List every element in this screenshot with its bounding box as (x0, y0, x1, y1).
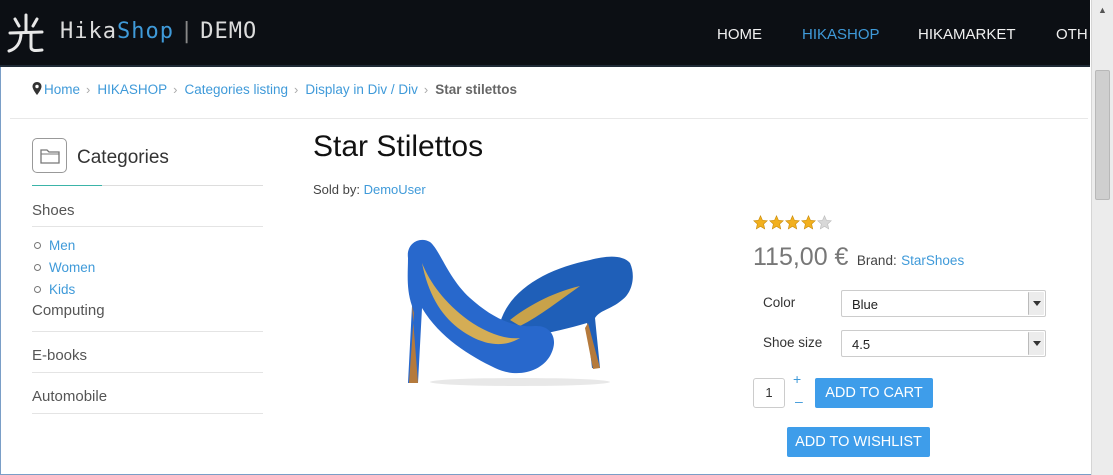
chevron-right-icon: › (173, 82, 178, 97)
categories-header-accent (32, 185, 102, 186)
folder-icon (40, 149, 60, 164)
quantity-input[interactable]: 1 (753, 378, 785, 408)
color-select-value: Blue (852, 297, 879, 312)
categories-sidebar: Categories Shoes Men Women Kids Computin… (32, 138, 263, 414)
breadcrumb-current: Star stilettos (435, 82, 518, 97)
shoe-product-image[interactable] (400, 228, 640, 388)
nav-hikashop[interactable]: HIKASHOP (802, 26, 880, 43)
subcategory-list: Men Women Kids (32, 227, 263, 304)
category-automobile[interactable]: Automobile (32, 373, 263, 414)
price-row: 115,00 € Brand: StarShoes (753, 243, 964, 272)
subcategory-label: Kids (49, 282, 76, 297)
map-pin-icon (32, 82, 42, 95)
quantity-increase-button[interactable]: + (793, 371, 801, 387)
vertical-scrollbar[interactable]: ▲ (1091, 0, 1113, 475)
product-rating (753, 215, 833, 231)
nav-other[interactable]: OTH (1056, 26, 1088, 43)
folder-icon-box (32, 138, 67, 173)
breadcrumb-hikashop[interactable]: HIKASHOP (97, 82, 167, 97)
add-to-wishlist-button[interactable]: ADD TO WISHLIST (787, 427, 930, 457)
dropdown-arrow-icon[interactable] (1028, 292, 1044, 315)
category-computing[interactable]: Computing (32, 302, 263, 332)
subcategory-women[interactable]: Women (32, 260, 263, 282)
scroll-thumb[interactable] (1095, 70, 1110, 200)
star-icon (753, 215, 768, 230)
categories-header: Categories (32, 138, 263, 186)
site-header: HikaShop | DEMO HOME HIKASHOP HIKAMARKET O… (0, 0, 1090, 67)
star-icon (785, 215, 800, 230)
subcategory-kids[interactable]: Kids (32, 282, 263, 304)
shoe-size-select[interactable]: 4.5 (841, 330, 1046, 357)
chevron-right-icon: › (294, 82, 299, 97)
category-shoes[interactable]: Shoes (32, 186, 263, 227)
product-title: Star Stilettos (313, 130, 484, 163)
shoe-size-select-value: 4.5 (852, 337, 871, 352)
breadcrumb-categories-listing[interactable]: Categories listing (184, 82, 288, 97)
subcategory-label: Men (49, 238, 76, 253)
quantity-decrease-button[interactable]: – (795, 393, 803, 409)
categories-title: Categories (77, 147, 169, 168)
sold-by: Sold by: DemoUser (313, 182, 426, 197)
brand-label: Brand: (856, 253, 897, 268)
product-price: 115,00 € (753, 243, 849, 271)
main-nav: HOME HIKASHOP HIKAMARKET OTH (0, 26, 1090, 46)
breadcrumb: Home › HIKASHOP › Categories listing › Display… (32, 82, 517, 100)
star-icon (769, 215, 784, 230)
add-to-cart-button[interactable]: ADD TO CART (815, 378, 933, 408)
vendor-link[interactable]: DemoUser (364, 182, 426, 197)
color-select[interactable]: Blue (841, 290, 1046, 317)
breadcrumb-home[interactable]: Home (44, 82, 80, 97)
category-ebooks[interactable]: E-books (32, 332, 263, 373)
nav-home[interactable]: HOME (717, 26, 762, 43)
star-icon (801, 215, 816, 230)
nav-hikamarket[interactable]: HIKAMARKET (918, 26, 1016, 43)
chevron-right-icon: › (86, 82, 91, 97)
breadcrumb-display-div[interactable]: Display in Div / Div (305, 82, 418, 97)
dropdown-arrow-icon[interactable] (1028, 332, 1044, 355)
star-empty-icon (817, 215, 832, 230)
color-label: Color (763, 295, 796, 310)
scroll-up-arrow-icon[interactable]: ▲ (1094, 2, 1111, 19)
subcategory-label: Women (49, 260, 96, 275)
subcategory-men[interactable]: Men (32, 238, 263, 260)
chevron-right-icon: › (423, 82, 429, 97)
bullet-icon (34, 242, 41, 250)
bullet-icon (34, 264, 41, 272)
sold-by-label: Sold by: (313, 182, 360, 197)
brand-link[interactable]: StarShoes (901, 253, 964, 268)
bullet-icon (34, 286, 41, 294)
content-divider (10, 118, 1088, 119)
shoe-size-label: Shoe size (763, 335, 823, 350)
